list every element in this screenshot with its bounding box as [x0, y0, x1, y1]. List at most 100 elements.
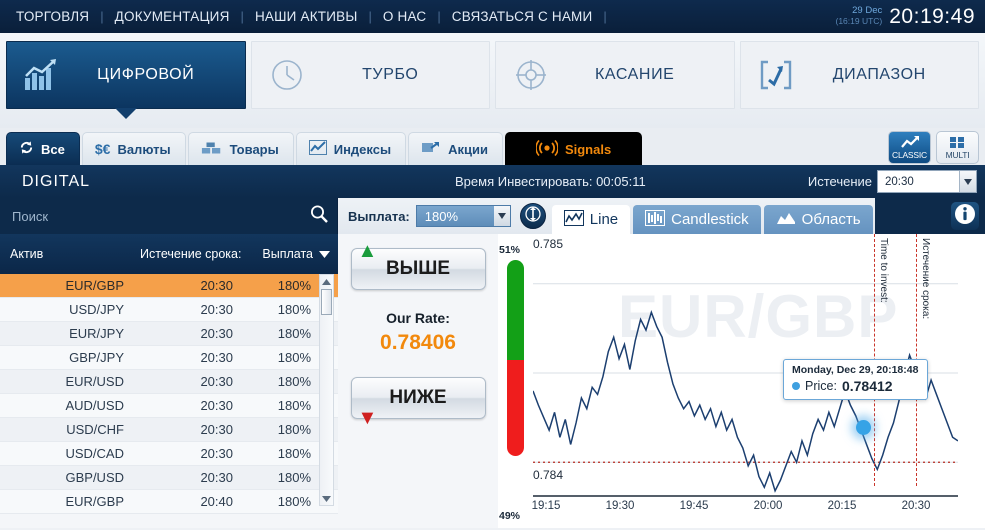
- scrollbar-thumb[interactable]: [321, 289, 332, 315]
- table-row[interactable]: EUR/USD20:30180%: [0, 370, 338, 394]
- search-box[interactable]: [0, 198, 338, 234]
- tab-turbo[interactable]: ТУРБО: [251, 41, 491, 109]
- table-row[interactable]: USD/CAD20:30180%: [0, 442, 338, 466]
- magnifier-icon[interactable]: [309, 204, 329, 229]
- cell-expiry: 20:30: [140, 374, 253, 389]
- sentiment-gauge-up: [507, 260, 524, 360]
- clock-icon: [252, 57, 322, 93]
- header-expiry[interactable]: Истечение срока:: [140, 247, 253, 261]
- header-payout[interactable]: Выплата: [253, 247, 338, 261]
- chevron-up-icon: ▲: [358, 241, 378, 261]
- chart-refresh-button[interactable]: [520, 203, 546, 229]
- table-row[interactable]: EUR/GBP20:40180%: [0, 490, 338, 514]
- x-axis-tick: 20:30: [902, 500, 931, 512]
- search-input[interactable]: [12, 209, 309, 224]
- nav-link-our-assets[interactable]: НАШИ АКТИВЫ: [253, 9, 360, 24]
- category-stocks[interactable]: Акции: [408, 132, 503, 165]
- series-color-dot: [792, 382, 800, 390]
- view-multi-button[interactable]: MULTI: [936, 131, 979, 164]
- info-button[interactable]: [951, 202, 979, 230]
- top-navigation-bar: ТОРГОВЛЯ | ДОКУМЕНТАЦИЯ | НАШИ АКТИВЫ | …: [0, 0, 985, 33]
- cell-expiry: 20:30: [140, 350, 253, 365]
- nav-separator: |: [232, 9, 253, 24]
- category-signals[interactable]: Signals: [505, 132, 642, 165]
- header-payout-label: Выплата: [262, 247, 313, 261]
- category-commodities-label: Товары: [230, 142, 279, 157]
- tab-digital[interactable]: ЦИФРОВОЙ: [6, 41, 246, 109]
- cell-asset: EUR/USD: [0, 374, 140, 389]
- our-rate-value: 0.78406: [380, 331, 456, 355]
- tab-range-label: ДИАПАЗОН: [811, 66, 979, 84]
- category-indices[interactable]: Индексы: [296, 132, 406, 165]
- table-row[interactable]: AUD/USD20:30180%: [0, 394, 338, 418]
- x-axis-tick: 19:15: [532, 500, 561, 512]
- cell-expiry: 20:30: [140, 302, 253, 317]
- assets-scrollbar[interactable]: [319, 274, 334, 506]
- scroll-up-arrow[interactable]: [320, 275, 333, 288]
- nav-separator: |: [428, 9, 449, 24]
- expiry-select-value: 20:30: [885, 176, 914, 188]
- charttype-candlestick-button[interactable]: Candlestick: [633, 205, 761, 234]
- scroll-down-arrow[interactable]: [320, 492, 333, 505]
- category-all[interactable]: Все: [6, 132, 80, 165]
- category-all-label: Все: [41, 142, 65, 157]
- bar-chart-icon: [7, 58, 77, 92]
- view-classic-label: CLASSIC: [892, 150, 927, 160]
- nav-link-documentation[interactable]: ДОКУМЕНТАЦИЯ: [113, 9, 232, 24]
- higher-button[interactable]: ▲ ВЫШЕ: [351, 248, 486, 290]
- category-stocks-label: Акции: [448, 142, 488, 157]
- expiry-select[interactable]: 20:30: [877, 170, 977, 193]
- cell-asset: GBP/JPY: [0, 350, 140, 365]
- cell-asset: EUR/GBP: [0, 278, 140, 293]
- nav-link-contact-us[interactable]: СВЯЗАТЬСЯ С НАМИ: [450, 9, 595, 24]
- charttype-line-button[interactable]: Line: [552, 205, 630, 234]
- chevron-down-icon[interactable]: [494, 206, 510, 226]
- sentiment-gauge: [507, 260, 524, 456]
- chevron-down-icon[interactable]: [959, 171, 976, 192]
- our-rate-label: Our Rate:: [386, 310, 450, 326]
- payout-select[interactable]: 180%: [416, 205, 511, 227]
- cell-expiry: 20:30: [140, 278, 253, 293]
- nav-link-trading[interactable]: ТОРГОВЛЯ: [14, 9, 91, 24]
- cell-expiry: 20:40: [140, 494, 253, 509]
- clock-utc: (16:19 UTC): [835, 17, 882, 27]
- nav-link-about-us[interactable]: О НАС: [381, 9, 428, 24]
- cell-asset: AUD/USD: [0, 398, 140, 413]
- cell-asset: GBP/USD: [0, 470, 140, 485]
- view-mode-buttons: CLASSIC MULTI: [888, 131, 979, 165]
- cell-asset: EUR/GBP: [0, 494, 140, 509]
- price-chart[interactable]: 51% 49% EUR/GBP 0.785 0.784 19:1519:3019…: [498, 234, 985, 528]
- table-row[interactable]: GBP/JPY20:30180%: [0, 346, 338, 370]
- chevron-down-icon: ▼: [358, 408, 378, 428]
- category-currencies[interactable]: $€ Валюты: [82, 132, 186, 165]
- range-bracket-icon: [741, 58, 811, 92]
- tab-range[interactable]: ДИАПАЗОН: [740, 41, 980, 109]
- table-row[interactable]: GBP/USD20:30180%: [0, 466, 338, 490]
- tab-touch[interactable]: КАСАНИЕ: [495, 41, 735, 109]
- currency-icon: $€: [95, 141, 111, 157]
- chart-refresh-icon: [525, 206, 541, 227]
- area-chart-icon: [776, 210, 796, 230]
- tab-digital-label: ЦИФРОВОЙ: [77, 66, 245, 84]
- category-currencies-label: Валюты: [117, 142, 170, 157]
- x-axis-tick: 20:15: [828, 500, 857, 512]
- expiry-line-label: Истечение срока:: [920, 238, 931, 319]
- payout-select-value: 180%: [425, 209, 458, 224]
- table-row[interactable]: EUR/GBP20:30180%: [0, 274, 338, 298]
- view-classic-button[interactable]: CLASSIC: [888, 131, 931, 164]
- charttype-candlestick-label: Candlestick: [671, 211, 749, 228]
- tooltip-price: Price: 0.78412: [792, 378, 919, 394]
- category-commodities[interactable]: Товары: [188, 132, 294, 165]
- table-row[interactable]: EUR/JPY20:30180%: [0, 322, 338, 346]
- active-tab-caret: [115, 108, 137, 119]
- cell-asset: USD/CAD: [0, 446, 140, 461]
- table-row[interactable]: USD/CHF20:30180%: [0, 418, 338, 442]
- line-chart-icon: [309, 140, 327, 158]
- header-asset[interactable]: Актив: [0, 247, 140, 261]
- charttype-area-label: Область: [802, 211, 861, 228]
- charttype-area-button[interactable]: Область: [764, 205, 873, 234]
- nav-separator: |: [360, 9, 381, 24]
- table-row[interactable]: USD/JPY20:30180%: [0, 298, 338, 322]
- broadcast-icon: [536, 140, 558, 159]
- lower-button[interactable]: ▼ НИЖЕ: [351, 377, 486, 419]
